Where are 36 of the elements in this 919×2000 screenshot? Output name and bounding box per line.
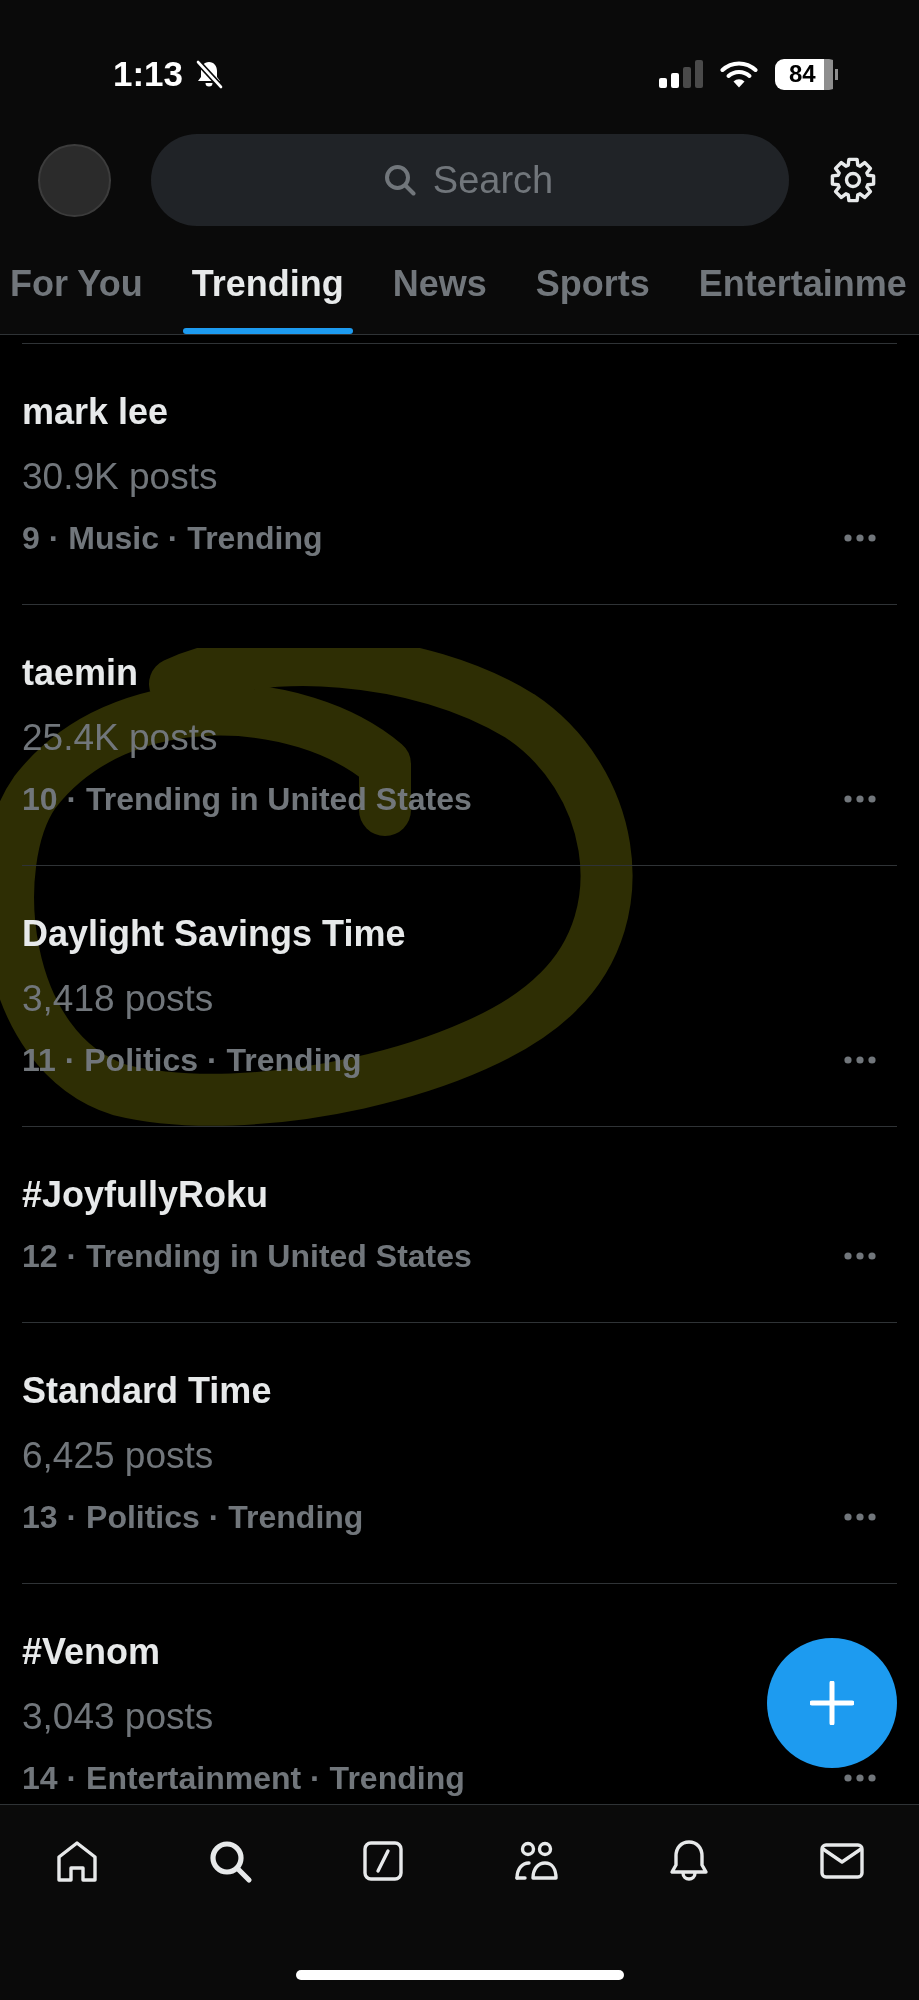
more-icon[interactable] bbox=[844, 1056, 876, 1064]
wifi-icon bbox=[720, 60, 758, 88]
trend-title[interactable]: #JoyfullyRoku bbox=[22, 1173, 269, 1217]
post-count: 6,425 posts bbox=[22, 1434, 214, 1478]
trend-category: 11 · Politics · Trending bbox=[22, 1041, 362, 1080]
tab[interactable]: Trending bbox=[182, 230, 353, 334]
tab[interactable]: Sports bbox=[526, 230, 659, 334]
trend-category: 12 · Trending in United States bbox=[22, 1237, 472, 1276]
trend-category: 9 · Music · Trending bbox=[22, 519, 323, 558]
more-icon[interactable] bbox=[844, 795, 876, 803]
search-field[interactable]: Search bbox=[151, 134, 789, 226]
tab[interactable]: Entertainme bbox=[689, 230, 916, 334]
post-count: 3,418 posts bbox=[22, 977, 214, 1021]
search-icon bbox=[384, 164, 416, 196]
more-icon[interactable] bbox=[844, 1774, 876, 1782]
tab[interactable]: For You bbox=[1, 230, 152, 334]
trend-category: 10 · Trending in United States bbox=[22, 780, 472, 819]
battery-indicator: 84 bbox=[775, 58, 838, 90]
trend-title[interactable]: Standard Time bbox=[22, 1369, 272, 1413]
settings-icon[interactable] bbox=[829, 156, 877, 204]
more-icon[interactable] bbox=[844, 1513, 876, 1521]
post-count: 30.9K posts bbox=[22, 455, 218, 499]
more-icon[interactable] bbox=[844, 1252, 876, 1260]
trend-title[interactable]: Daylight Savings Time bbox=[22, 912, 406, 956]
plus-icon bbox=[810, 1681, 854, 1725]
trend-category: 13 · Politics · Trending bbox=[22, 1498, 364, 1537]
status-time: 1:13 bbox=[113, 53, 184, 95]
trend-title[interactable]: mark lee bbox=[22, 390, 169, 434]
trend-category: 14 · Entertainment · Trending bbox=[22, 1759, 465, 1798]
trend-title[interactable]: #Venom bbox=[22, 1630, 161, 1674]
signal-icon bbox=[659, 60, 703, 88]
post-count: 3,043 posts bbox=[22, 1695, 214, 1739]
tab[interactable]: News bbox=[383, 230, 496, 334]
more-icon[interactable] bbox=[844, 534, 876, 542]
post-count: 25.4K posts bbox=[22, 716, 218, 760]
trend-title[interactable]: taemin bbox=[22, 651, 139, 695]
